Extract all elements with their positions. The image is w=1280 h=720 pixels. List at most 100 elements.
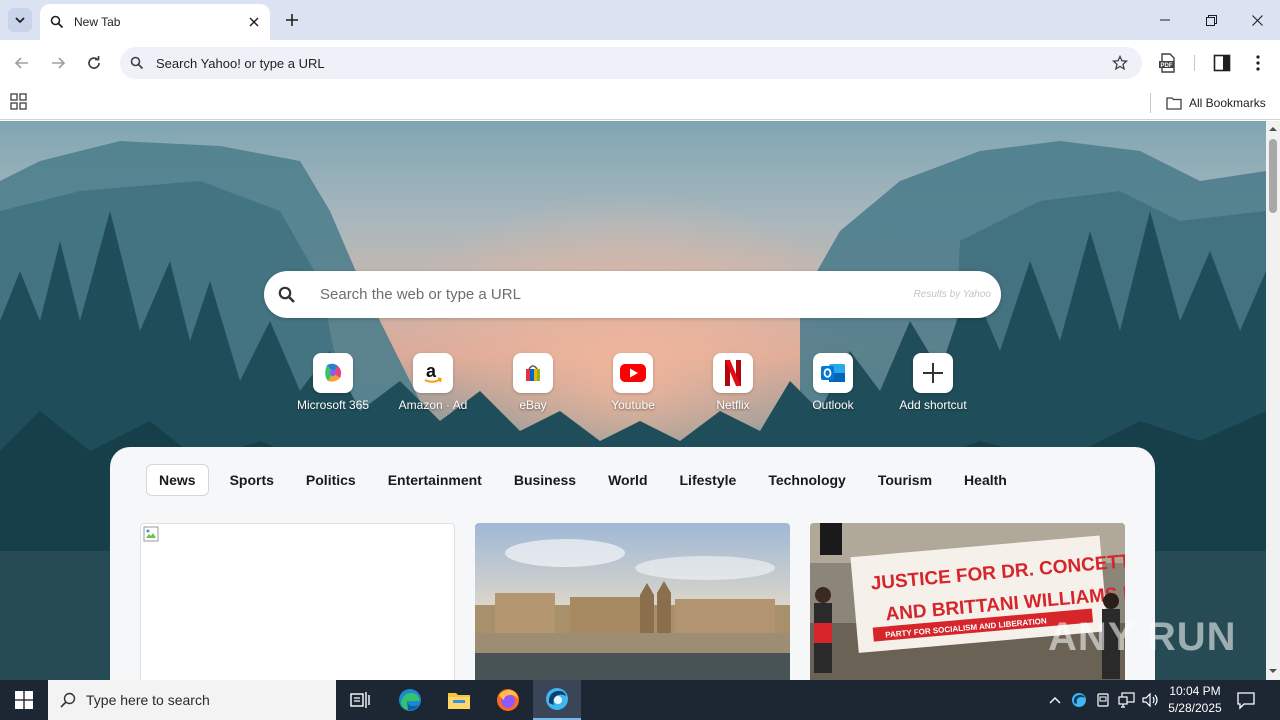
minimize-button[interactable] — [1142, 0, 1188, 40]
youtube-icon — [620, 364, 646, 382]
reload-button[interactable] — [82, 51, 106, 75]
task-view-button[interactable] — [336, 680, 384, 720]
forward-button[interactable] — [46, 51, 70, 75]
web-search-box[interactable]: Search the web or type a URL Results by … — [264, 271, 1001, 318]
news-tab-lifestyle[interactable]: Lifestyle — [680, 465, 737, 495]
kebab-menu-icon — [1256, 55, 1260, 71]
close-icon — [249, 17, 259, 27]
restore-icon — [1205, 14, 1217, 26]
tab-new-tab[interactable]: New Tab — [40, 4, 270, 40]
pdf-icon: PDF — [1159, 53, 1175, 73]
tab-close-button[interactable] — [242, 10, 266, 34]
bookmarks-divider — [1150, 93, 1151, 113]
news-tab-politics[interactable]: Politics — [306, 465, 356, 495]
shortcut-label: Microsoft 365 — [296, 398, 370, 412]
address-bar-placeholder: Search Yahoo! or type a URL — [156, 55, 325, 71]
news-card[interactable] — [140, 523, 455, 680]
address-bar[interactable]: Search Yahoo! or type a URL — [120, 47, 1142, 79]
sc-youtube-box — [613, 353, 653, 393]
taskbar-clock[interactable]: 10:04 PM 5/28/2025 — [1162, 683, 1228, 717]
news-tab-news[interactable]: News — [146, 464, 209, 496]
news-panel: News Sports Politics Entertainment Busin… — [110, 447, 1155, 680]
reload-icon — [88, 56, 100, 69]
tray-network-icon[interactable] — [1118, 691, 1136, 709]
news-tab-tourism[interactable]: Tourism — [878, 465, 932, 495]
arrow-left-icon — [14, 57, 28, 69]
taskbar-browser-active[interactable] — [533, 680, 581, 720]
news-card[interactable] — [475, 523, 790, 680]
shortcut-outlook[interactable]: Outlook — [783, 353, 883, 415]
toolbar-divider — [1194, 55, 1195, 71]
news-tab-entertainment[interactable]: Entertainment — [388, 465, 482, 495]
page-scrollbar[interactable] — [1266, 121, 1280, 680]
plus-icon — [923, 363, 943, 383]
menu-button[interactable] — [1246, 51, 1270, 75]
svg-text:a: a — [426, 361, 437, 381]
apps-grid-icon — [10, 93, 27, 110]
news-tab-business[interactable]: Business — [514, 465, 576, 495]
outlook-icon — [821, 364, 845, 382]
new-tab-page: Search the web or type a URL Results by … — [0, 121, 1266, 680]
scrollbar-thumb[interactable] — [1269, 139, 1277, 213]
restore-button[interactable] — [1188, 0, 1234, 40]
shortcut-microsoft-365[interactable]: Microsoft 365 — [283, 353, 383, 415]
tab-search-button[interactable] — [8, 8, 32, 32]
scroll-up-icon[interactable] — [1269, 125, 1277, 133]
all-bookmarks-label: All Bookmarks — [1189, 96, 1266, 110]
toolbar: Search Yahoo! or type a URL PDF — [0, 40, 1280, 86]
shortcut-add[interactable]: Add shortcut — [883, 353, 983, 415]
taskbar-search-box[interactable]: Type here to search — [48, 680, 336, 720]
all-bookmarks-button[interactable]: All Bookmarks — [1166, 92, 1266, 114]
search-icon — [50, 15, 64, 29]
news-tab-technology[interactable]: Technology — [768, 465, 846, 495]
tray-overflow-button[interactable] — [1046, 691, 1064, 709]
star-icon — [1112, 55, 1128, 71]
folder-icon — [448, 693, 470, 709]
shortcut-ebay[interactable]: eBay — [483, 353, 583, 415]
shortcut-amazon[interactable]: a Amazon · Ad — [383, 353, 483, 415]
tray-volume-icon[interactable] — [1142, 691, 1160, 709]
news-tab-health[interactable]: Health — [964, 465, 1007, 495]
tray-app-icon[interactable] — [1070, 691, 1088, 709]
new-tab-button[interactable] — [280, 8, 304, 32]
sc-amazon-box: a — [413, 353, 453, 393]
apps-button[interactable] — [10, 93, 30, 113]
volume-icon — [1142, 692, 1158, 708]
shortcut-label: Youtube — [611, 398, 655, 412]
pdf-button[interactable]: PDF — [1156, 51, 1180, 75]
search-provider-label: Results by Yahoo — [913, 289, 991, 300]
sc-netflix-box — [713, 353, 753, 393]
sc-outlook-box — [813, 353, 853, 393]
news-tab-sports[interactable]: Sports — [230, 465, 274, 495]
amazon-icon: a — [424, 361, 443, 383]
back-button[interactable] — [10, 51, 34, 75]
news-category-tabs: News Sports Politics Entertainment Busin… — [146, 463, 1039, 497]
close-window-button[interactable] — [1234, 0, 1280, 40]
taskbar-edge[interactable] — [386, 680, 434, 720]
clock-time: 10:04 PM — [1169, 684, 1221, 698]
arrow-right-icon — [52, 57, 66, 69]
search-icon — [278, 286, 295, 303]
shortcut-label: eBay — [519, 398, 547, 412]
news-tab-world[interactable]: World — [608, 465, 647, 495]
taskbar-firefox[interactable] — [484, 680, 532, 720]
side-panel-button[interactable] — [1210, 51, 1234, 75]
browser-app-icon — [1072, 693, 1086, 707]
sc-add-box — [913, 353, 953, 393]
start-button[interactable] — [0, 680, 48, 720]
chevron-up-icon — [1049, 697, 1061, 704]
action-center-button[interactable] — [1236, 690, 1256, 710]
shortcut-netflix[interactable]: Netflix — [683, 353, 783, 415]
scroll-down-icon[interactable] — [1269, 667, 1277, 675]
task-view-icon — [350, 692, 370, 708]
tray-device-icon[interactable] — [1094, 691, 1112, 709]
folder-icon — [1166, 97, 1182, 110]
ebay-icon — [526, 365, 540, 381]
bookmark-star-button[interactable] — [1108, 51, 1132, 75]
taskbar-file-explorer[interactable] — [435, 680, 483, 720]
windows-logo-icon — [15, 691, 33, 709]
network-icon — [1118, 692, 1135, 708]
sc-ms-box — [313, 353, 353, 393]
edge-icon — [399, 689, 421, 711]
shortcut-youtube[interactable]: Youtube — [583, 353, 683, 415]
